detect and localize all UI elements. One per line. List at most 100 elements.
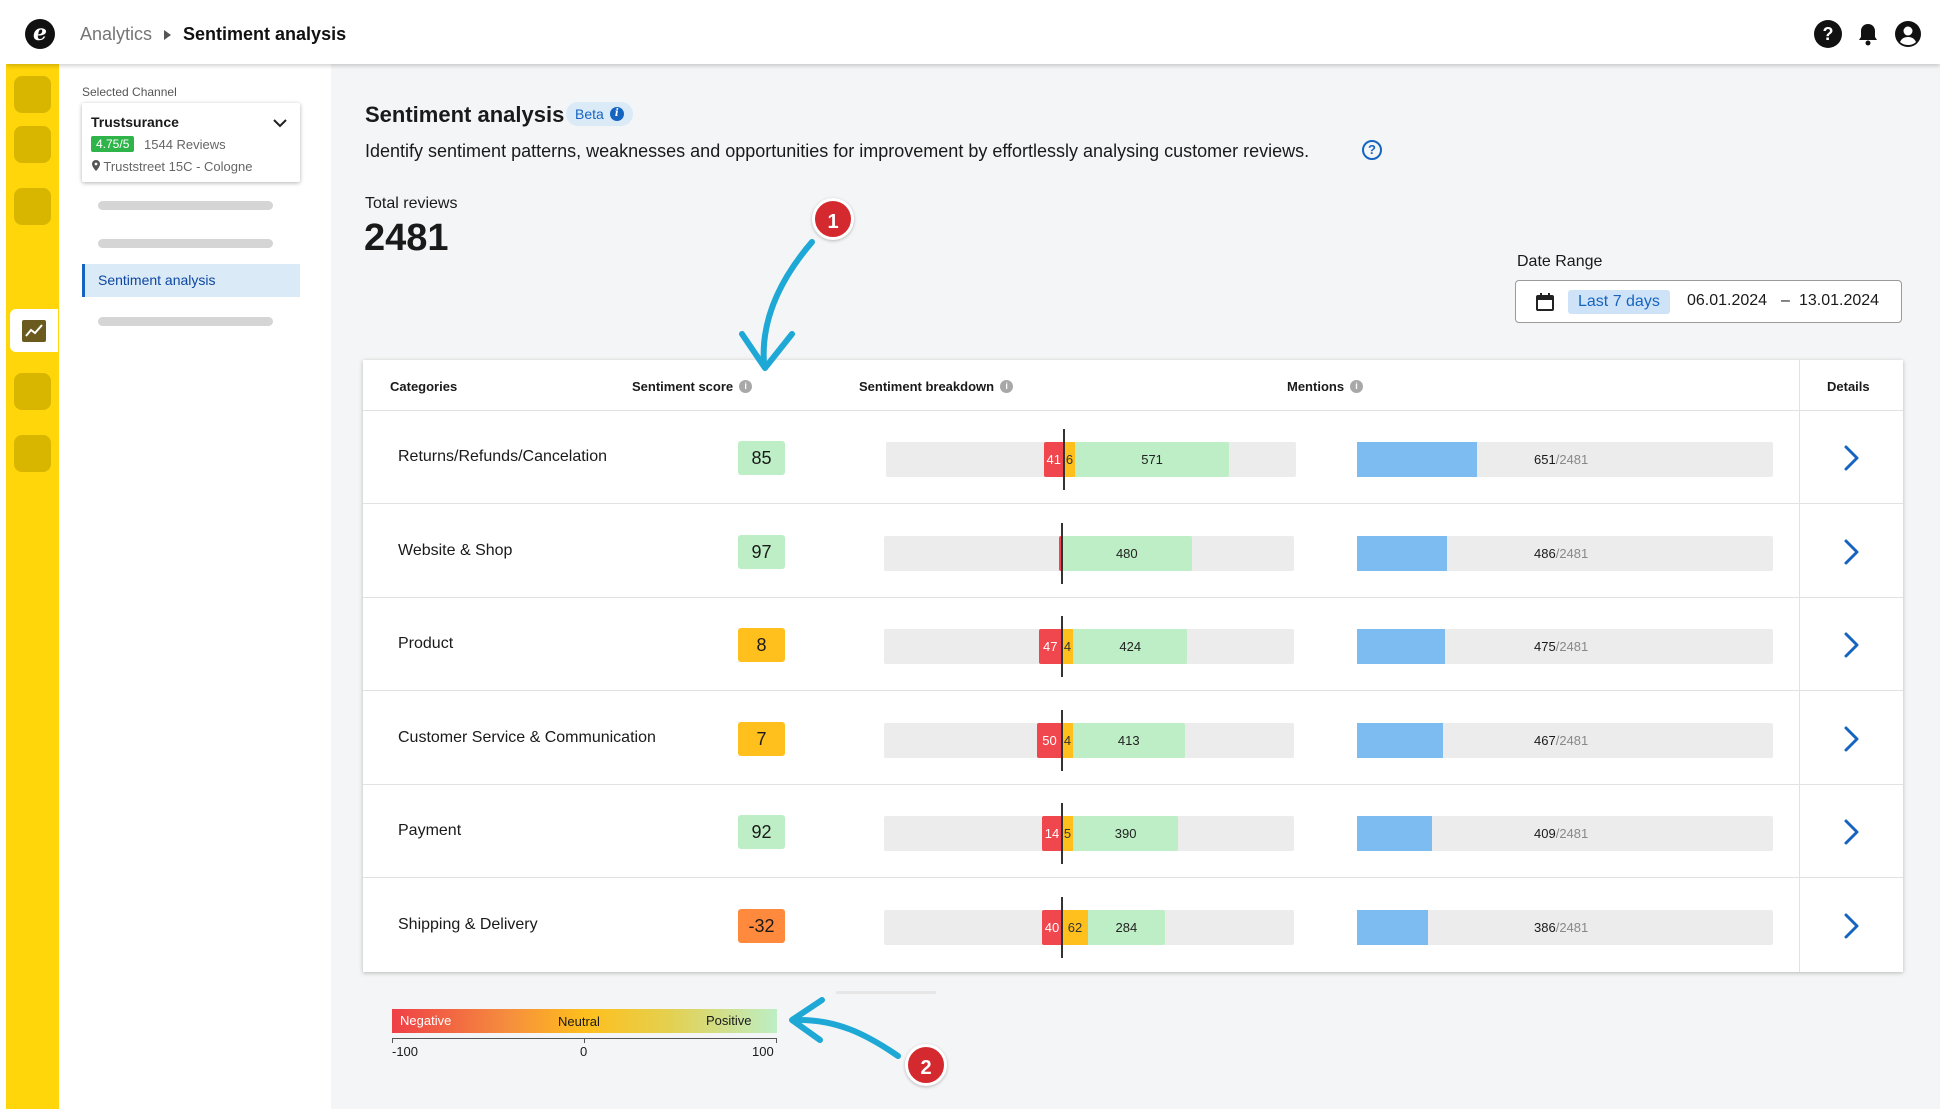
legend-mid: 0 [580,1044,588,1059]
user-icon[interactable] [1894,20,1922,48]
date-range-picker[interactable]: Last 7 days 06.01.2024 – 13.01.2024 [1515,280,1902,323]
table-row[interactable]: Customer Service & Communication 7 50 4 413 4… [363,692,1903,785]
channel-selector[interactable]: Trustsurance 4.75/5 1544 Reviews Trustst… [82,103,300,182]
annotation-marker-1: 1 [812,198,854,240]
annotation-arrow-2 [793,1016,901,1059]
help-icon[interactable]: ? [1814,20,1842,48]
mentions-total: /2481 [1555,452,1589,467]
table-row[interactable]: Product 8 47 4 424 475/2481 [363,598,1903,691]
info-icon[interactable]: i [609,107,624,121]
rail-item-1[interactable] [14,76,51,113]
date-range-label: Date Range [1517,253,1603,270]
rail-item-5[interactable] [14,373,51,410]
mentions-total: /2481 [1555,732,1589,748]
annotation-arrow-1 [760,239,815,367]
channel-name: Trustsurance [91,114,179,130]
mentions-total: /2481 [1555,826,1589,841]
channel-label: Selected Channel [82,85,177,99]
app-frame: e Analytics Sentiment analysis ? Selecte… [6,4,1940,1109]
neutral-segment: 6 [1064,442,1075,477]
mentions-bar: 467/2481 [1357,722,1773,758]
rail-item-3[interactable] [14,188,51,225]
positive-segment: 284 [1088,909,1165,945]
table-row[interactable]: Payment 92 14 5 390 409/2481 [363,785,1903,878]
sidebar-item-placeholder[interactable] [98,239,273,248]
table-row[interactable]: Website & Shop 97 480 486/2481 [363,505,1903,598]
neutral-segment: 4 [1062,722,1073,758]
neutral-segment: 4 [1062,629,1073,664]
legend-positive: Positive [706,1013,752,1028]
breadcrumb-current: Sentiment analysis [183,24,347,44]
rail-item-6[interactable] [14,435,51,472]
question-icon[interactable]: ? [1362,140,1382,160]
sentiment-score-badge: 85 [738,441,785,475]
sidebar-item-label: Sentiment analysis [98,272,216,288]
bell-icon[interactable] [1854,20,1882,48]
category-name: Payment [398,822,462,839]
scroll-indicator [836,991,936,994]
legend-tick [776,1038,777,1043]
rail-item-analytics[interactable] [10,309,58,352]
mentions-bar: 486/2481 [1357,535,1773,571]
chevron-right-icon[interactable] [1836,911,1866,941]
annotation-marker-2: 2 [905,1044,947,1086]
info-icon[interactable]: i [1000,380,1014,393]
chevron-right-icon[interactable] [1836,630,1866,660]
mentions-total: /2481 [1555,545,1589,561]
negative-segment: 40 [1042,909,1062,945]
top-bar: e Analytics Sentiment analysis ? [6,4,1940,64]
negative-segment: 41 [1043,442,1064,477]
info-icon[interactable]: i [739,380,753,393]
mentions-count: 386 [1534,919,1556,935]
analytics-chart-icon [22,320,46,342]
sentiment-breakdown-bar: 480 [884,522,1294,584]
rail-item-2[interactable] [14,126,51,163]
sentiment-breakdown-bar: 50 4 413 [884,709,1294,771]
chevron-right-icon[interactable] [1836,724,1866,754]
sidebar: Selected Channel Trustsurance 4.75/5 154… [59,64,331,1109]
mentions-count: 486 [1534,545,1556,561]
neutral-segment: 62 [1062,909,1089,945]
mentions-text: 486/2481 [1534,546,1588,561]
sentiment-score-badge: 92 [738,815,785,849]
mentions-bar: 386/2481 [1357,909,1773,945]
logo[interactable]: e [25,19,55,49]
negative-segment: 50 [1037,722,1062,758]
category-name: Website & Shop [398,541,513,559]
zero-line [1061,522,1063,584]
header-mentions: Mentions i [1287,379,1364,394]
sentiment-score-badge: -32 [738,908,785,943]
sentiment-breakdown-bar: 47 4 424 [884,616,1294,677]
page-description: Identify sentiment patterns, weaknesses … [365,141,1310,161]
nav-rail [6,64,59,1109]
table-row[interactable]: Shipping & Delivery -32 40 62 284 386/2481 [363,879,1903,972]
chevron-right-icon[interactable] [1836,817,1866,847]
neutral-segment: 5 [1062,816,1073,851]
breadcrumb-analytics[interactable]: Analytics [80,24,152,45]
total-reviews-label: Total reviews [365,195,458,212]
mentions-fill [1357,816,1433,851]
sidebar-item-placeholder[interactable] [98,317,273,326]
positive-segment: 480 [1062,535,1192,571]
sidebar-item-placeholder[interactable] [98,201,273,210]
legend-neutral: Neutral [558,1014,600,1029]
info-icon[interactable]: i [1350,380,1364,393]
sentiment-legend: Negative Neutral Positive [392,1009,777,1033]
header-sentiment-breakdown: Sentiment breakdown i [859,379,1014,394]
sidebar-item-sentiment-analysis[interactable]: Sentiment analysis [82,264,300,297]
header-categories: Categories [390,379,458,394]
table-header: Categories Sentiment score i Sentiment br… [363,360,1903,411]
negative-segment: 47 [1038,629,1062,664]
date-preset-chip[interactable]: Last 7 days [1568,290,1670,314]
mentions-text: 651/2481 [1534,452,1588,467]
total-reviews-value: 2481 [364,217,449,259]
mentions-fill [1357,442,1478,477]
date-separator: – [1781,292,1790,309]
chevron-right-icon[interactable] [1836,443,1866,473]
mentions-count: 651 [1534,452,1556,467]
zero-line [1061,709,1063,771]
table-row[interactable]: Returns/Refunds/Cancelation 85 41 6 571 651/2… [363,411,1903,504]
chevron-right-icon[interactable] [1836,537,1866,567]
rating-badge: 4.75/5 [91,136,135,152]
mentions-fill [1357,909,1429,945]
